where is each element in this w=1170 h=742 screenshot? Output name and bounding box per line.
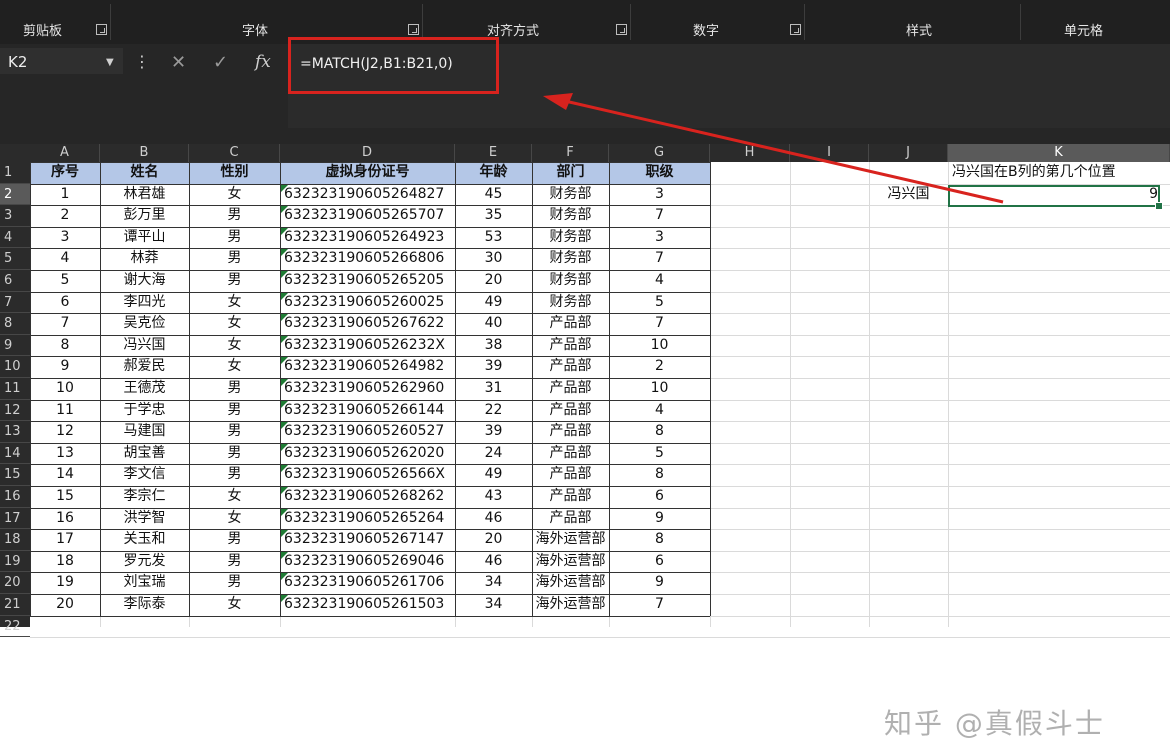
annotation-arrow xyxy=(543,93,1004,204)
gridline xyxy=(30,637,1170,639)
watermark: 知乎 @真假斗士 xyxy=(884,707,1105,740)
arrow-shaft xyxy=(564,99,1004,204)
arrow-head xyxy=(543,93,573,110)
